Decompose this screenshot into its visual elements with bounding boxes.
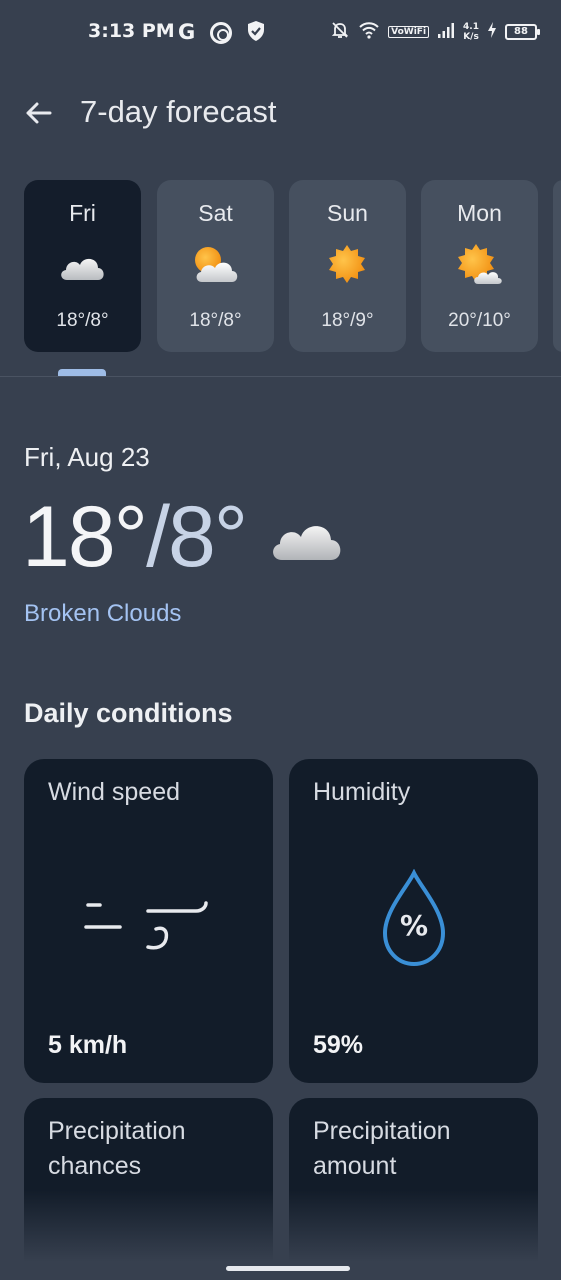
card-label: Precipitation amount <box>313 1117 451 1180</box>
partly-cloudy-icon <box>190 244 240 288</box>
sun-icon <box>322 244 372 288</box>
vowifi-badge: VoWiFi <box>388 26 430 38</box>
day-temp: 20°/10° <box>448 310 511 331</box>
battery-icon: 88 <box>505 24 540 40</box>
home-indicator[interactable] <box>226 1266 350 1271</box>
day-name: Sun <box>327 200 368 226</box>
day-selector: Fri 18°/8° Sat 18°/8° Sun 18°/9° Mon 20°… <box>24 180 561 352</box>
temp-separator: / <box>146 489 170 585</box>
humidity-value: 59% <box>313 1031 364 1059</box>
day-temp: 18°/9° <box>321 310 374 331</box>
selected-day-indicator <box>58 369 106 376</box>
day-card-sat[interactable]: Sat 18°/8° <box>157 180 274 352</box>
data-saver-icon <box>210 22 232 44</box>
status-right-icons: VoWiFi 4.1 K/s 88 <box>330 18 540 46</box>
app-header: 7-day forecast <box>0 82 561 146</box>
day-temp: 18°/8° <box>189 310 242 331</box>
day-card-fri[interactable]: Fri 18°/8° <box>24 180 141 352</box>
humidity-percent-symbol: % <box>399 909 429 942</box>
cloud-icon <box>268 510 346 568</box>
partly-cloudy-icon <box>454 244 504 288</box>
arrow-left-icon[interactable] <box>22 96 56 130</box>
wifi-icon <box>358 21 380 43</box>
day-name: Sat <box>198 200 233 226</box>
wind-speed-card[interactable]: Wind speed 5 km/h <box>24 759 273 1083</box>
charging-icon <box>487 22 497 42</box>
day-name: Mon <box>457 200 502 226</box>
day-name: Fri <box>69 200 96 226</box>
network-speed-value: 4.1 <box>463 22 479 32</box>
bell-off-icon <box>330 20 350 44</box>
humidity-card[interactable]: Humidity % 59% <box>289 759 538 1083</box>
page-title: 7-day forecast <box>80 94 277 129</box>
status-time: 3:13 PM <box>88 20 175 42</box>
shield-icon <box>246 20 266 46</box>
day-card-mon[interactable]: Mon 20°/10° <box>421 180 538 352</box>
day-temp: 18°/8° <box>56 310 109 331</box>
cloud-icon <box>57 244 107 288</box>
day-card-next[interactable] <box>553 180 561 352</box>
signal-icon <box>437 21 455 43</box>
network-speed-unit: K/s <box>463 32 479 42</box>
high-temp: 18° <box>22 489 148 585</box>
wind-icon <box>84 895 214 971</box>
divider <box>0 376 561 377</box>
google-icon: G <box>178 20 196 44</box>
card-label: Wind speed <box>48 778 181 806</box>
card-label: Precipitation chances <box>48 1117 186 1180</box>
network-speed: 4.1 K/s <box>463 22 479 42</box>
day-card-sun[interactable]: Sun 18°/9° <box>289 180 406 352</box>
low-temp: 8° <box>167 489 248 585</box>
status-bar: 3:13 PM G VoWiFi 4.1 K/s 88 <box>0 0 561 64</box>
temperature-range: 18°/8° <box>22 488 248 587</box>
card-label: Humidity <box>313 778 411 806</box>
forecast-screen: 3:13 PM G VoWiFi 4.1 K/s 88 7-day foreca… <box>0 0 561 1280</box>
condition-text: Broken Clouds <box>24 600 182 627</box>
section-title: Daily conditions <box>24 698 233 728</box>
selected-date: Fri, Aug 23 <box>24 442 150 472</box>
wind-speed-value: 5 km/h <box>48 1031 128 1059</box>
